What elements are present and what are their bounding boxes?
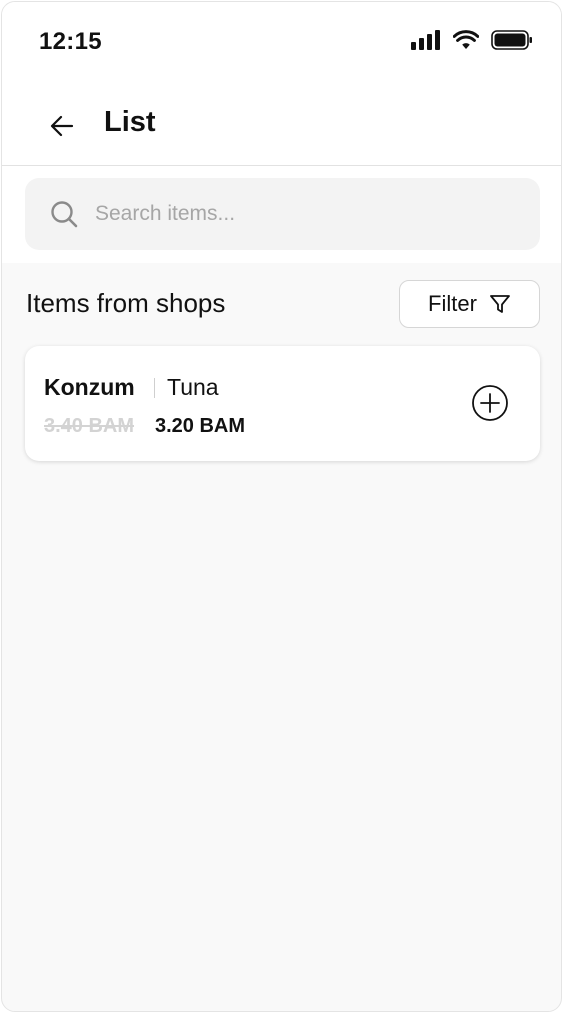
filter-button[interactable]: Filter xyxy=(399,280,540,328)
status-bar: 12:15 xyxy=(2,2,561,82)
search-input[interactable] xyxy=(95,178,525,250)
arrow-left-icon xyxy=(50,115,74,137)
battery-icon xyxy=(491,30,532,50)
list-item[interactable]: Konzum Tuna 3.40 BAM 3.20 BAM xyxy=(25,346,540,461)
search-icon xyxy=(51,201,78,228)
item-old-price: 3.40 BAM xyxy=(44,415,135,437)
filter-label: Filter xyxy=(428,291,477,316)
item-new-price: 3.20 BAM xyxy=(155,415,246,437)
section-title: Items from shops xyxy=(26,288,226,318)
divider xyxy=(154,378,155,398)
cellular-signal-icon xyxy=(411,30,440,50)
item-name: Tuna xyxy=(167,374,219,400)
phone-screen: 12:15 List Search items... Items from sh… xyxy=(1,1,562,1012)
plus-circle-icon[interactable] xyxy=(471,384,509,422)
back-button[interactable] xyxy=(42,108,82,144)
search-bar[interactable] xyxy=(25,178,540,250)
page-title: List xyxy=(104,106,156,138)
funnel-icon xyxy=(490,295,510,313)
wifi-icon xyxy=(453,30,479,49)
app-header: List xyxy=(2,84,561,166)
top-area: 12:15 List Search items... xyxy=(2,2,561,263)
status-icons xyxy=(411,30,533,50)
item-shop: Konzum xyxy=(44,374,135,400)
status-time: 12:15 xyxy=(39,28,102,55)
